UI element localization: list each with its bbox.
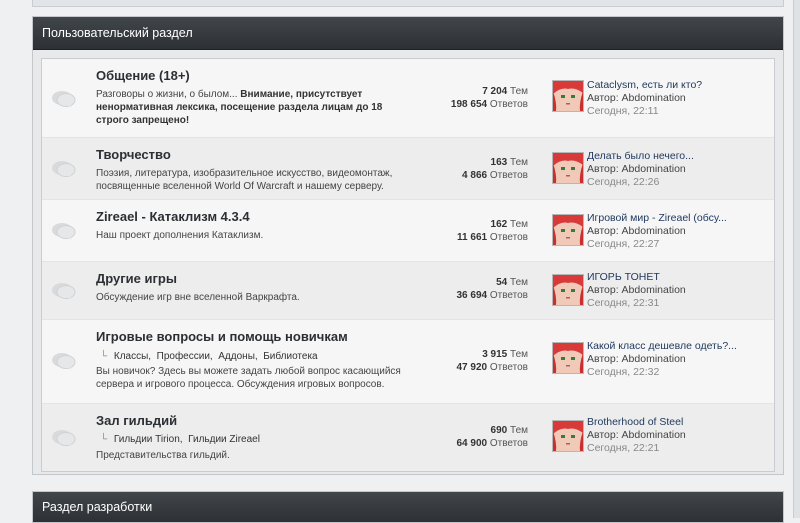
forum-stats: 162 Тем 11 661 Ответов: [457, 219, 528, 243]
forum-bubble-icon: [50, 159, 76, 179]
forum-bubble-icon: [50, 281, 76, 301]
last-post-author[interactable]: Автор: Abdomination: [587, 225, 727, 238]
forum-description: Поэзия, литература, изобразительное иску…: [96, 168, 393, 192]
last-post-date: Сегодня, 22:21: [587, 442, 660, 454]
subforum-link[interactable]: Классы: [114, 351, 148, 362]
last-post-title[interactable]: Игровой мир - Zireael (обсу...: [587, 212, 727, 225]
forum-stats: 3 915 Тем 47 920 Ответов: [456, 349, 528, 373]
forum-row: Общение (18+) Разговоры о жизни, о былом…: [42, 59, 774, 138]
page-scrollbar[interactable]: [793, 0, 800, 518]
last-post: ИГОРЬ ТОНЕТ Автор: Abdomination Сегодня,…: [587, 271, 686, 310]
last-post-date: Сегодня, 22:11: [587, 105, 659, 117]
subforum-arrow-icon: └: [100, 351, 108, 362]
last-post: Делать было нечего... Автор: Abdominatio…: [587, 150, 694, 189]
last-post-title[interactable]: Делать было нечего...: [587, 150, 694, 163]
subforum-link[interactable]: Библиотека: [263, 351, 317, 362]
forum-bubble-icon: [50, 351, 76, 371]
subforum-link[interactable]: Аддоны: [218, 351, 255, 362]
last-post-title[interactable]: Какой класс дешевле одеть?...: [587, 340, 737, 353]
previous-category-edge: [32, 0, 784, 7]
avatar[interactable]: [552, 214, 584, 246]
forum-stats: 163 Тем 4 866 Ответов: [462, 157, 528, 181]
last-post-date: Сегодня, 22:27: [587, 238, 660, 250]
last-post-date: Сегодня, 22:32: [587, 366, 660, 378]
subforum-link[interactable]: Гильдии Tirion: [114, 434, 180, 445]
last-post-author[interactable]: Автор: Abdomination: [587, 353, 737, 366]
forum-description: Наш проект дополнения Катаклизм.: [96, 230, 264, 241]
forum-title[interactable]: Зал гильдий: [96, 413, 177, 428]
last-post: Какой класс дешевле одеть?... Автор: Abd…: [587, 340, 737, 379]
last-post-date: Сегодня, 22:31: [587, 297, 660, 309]
forum-stats: 7 204 Тем 198 654 Ответов: [450, 86, 528, 110]
last-post-author[interactable]: Автор: Abdomination: [587, 163, 694, 176]
category-user-section: Пользовательский раздел Общение (18+) Ра…: [32, 16, 784, 475]
forum-description: Разговоры о жизни, о былом... Внимание, …: [96, 89, 383, 126]
avatar[interactable]: [552, 274, 584, 306]
forum-title[interactable]: Zireael - Катаклизм 4.3.4: [96, 209, 250, 224]
last-post-title[interactable]: Cataclysm, есть ли кто?: [587, 79, 702, 92]
forum-title[interactable]: Другие игры: [96, 271, 177, 286]
subforum-link[interactable]: Профессии: [157, 351, 210, 362]
forum-row: Другие игры Обсуждение игр вне вселенной…: [42, 262, 774, 320]
subforum-link[interactable]: Гильдии Zireael: [188, 434, 260, 445]
last-post-author[interactable]: Автор: Abdomination: [587, 92, 702, 105]
last-post: Brotherhood of Steel Автор: Abdomination…: [587, 416, 686, 455]
last-post-title[interactable]: Brotherhood of Steel: [587, 416, 686, 429]
subforum-list: └ Гильдии Tirion, Гильдии Zireael: [100, 434, 260, 445]
last-post-title[interactable]: ИГОРЬ ТОНЕТ: [587, 271, 686, 284]
last-post-date: Сегодня, 22:26: [587, 176, 660, 188]
forum-title[interactable]: Игровые вопросы и помощь новичкам: [96, 329, 348, 344]
avatar[interactable]: [552, 152, 584, 184]
forum-stats: 690 Тем 64 900 Ответов: [456, 425, 528, 449]
subforum-list: └ Классы, Профессии, Аддоны, Библиотека: [100, 351, 318, 362]
forum-title[interactable]: Творчество: [96, 147, 171, 162]
avatar[interactable]: [552, 342, 584, 374]
avatar[interactable]: [552, 420, 584, 452]
last-post: Cataclysm, есть ли кто? Автор: Abdominat…: [587, 79, 702, 118]
forum-row: Zireael - Катаклизм 4.3.4 Наш проект доп…: [42, 200, 774, 262]
subforum-arrow-icon: └: [100, 434, 108, 445]
forum-description: Вы новичок? Здесь вы можете задать любой…: [96, 366, 401, 390]
forum-bubble-icon: [50, 221, 76, 241]
forum-description: Представительства гильдий.: [96, 450, 230, 461]
forum-stats: 54 Тем 36 694 Ответов: [456, 277, 528, 301]
category-title[interactable]: Пользовательский раздел: [33, 17, 783, 50]
last-post: Игровой мир - Zireael (обсу... Автор: Ab…: [587, 212, 727, 251]
forum-bubble-icon: [50, 89, 76, 109]
forum-row: Зал гильдий └ Гильдии Tirion, Гильдии Zi…: [42, 404, 774, 471]
forum-bubble-icon: [50, 428, 76, 448]
forum-row: Творчество Поэзия, литература, изобразит…: [42, 138, 774, 200]
last-post-author[interactable]: Автор: Abdomination: [587, 284, 686, 297]
avatar[interactable]: [552, 80, 584, 112]
forum-row: Игровые вопросы и помощь новичкам └ Клас…: [42, 320, 774, 404]
forum-description: Обсуждение игр вне вселенной Варкрафта.: [96, 292, 300, 303]
forum-title[interactable]: Общение (18+): [96, 68, 190, 83]
last-post-author[interactable]: Автор: Abdomination: [587, 429, 686, 442]
forum-list: Общение (18+) Разговоры о жизни, о былом…: [41, 58, 775, 472]
category-dev-section: Раздел разработки: [32, 491, 784, 523]
